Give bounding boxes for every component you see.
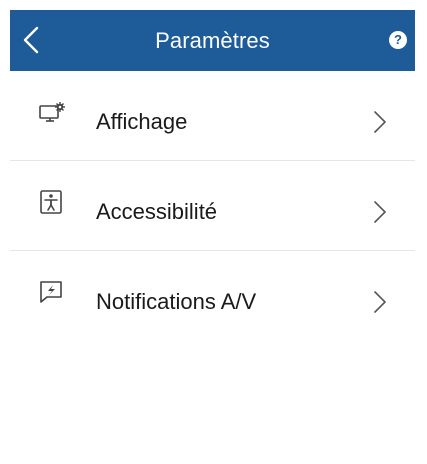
page-title: Paramètres: [155, 28, 270, 53]
settings-item-av-notifications[interactable]: Notifications A/V: [10, 251, 415, 340]
display-settings-icon: [39, 102, 65, 122]
back-button[interactable]: [16, 22, 46, 58]
header-bar: Paramètres ?: [10, 10, 415, 71]
chevron-right-icon: [374, 291, 386, 313]
settings-item-display[interactable]: Affichage: [10, 71, 415, 161]
question-circle-icon: ?: [394, 32, 402, 47]
settings-item-label: Accessibilité: [96, 199, 218, 224]
settings-screen: Paramètres ? Affichage Accessibilité Not…: [0, 0, 427, 464]
chevron-right-icon: [374, 111, 386, 133]
settings-list: Affichage Accessibilité Notifications A/…: [10, 71, 415, 340]
settings-item-label: Affichage: [96, 109, 188, 134]
chevron-right-icon: [374, 201, 386, 223]
settings-item-accessibility[interactable]: Accessibilité: [10, 161, 415, 251]
accessibility-icon: [40, 190, 62, 214]
help-button[interactable]: ?: [389, 31, 407, 49]
av-notification-icon: [40, 281, 62, 303]
settings-item-label: Notifications A/V: [96, 289, 257, 314]
chevron-left-icon: [23, 26, 39, 54]
